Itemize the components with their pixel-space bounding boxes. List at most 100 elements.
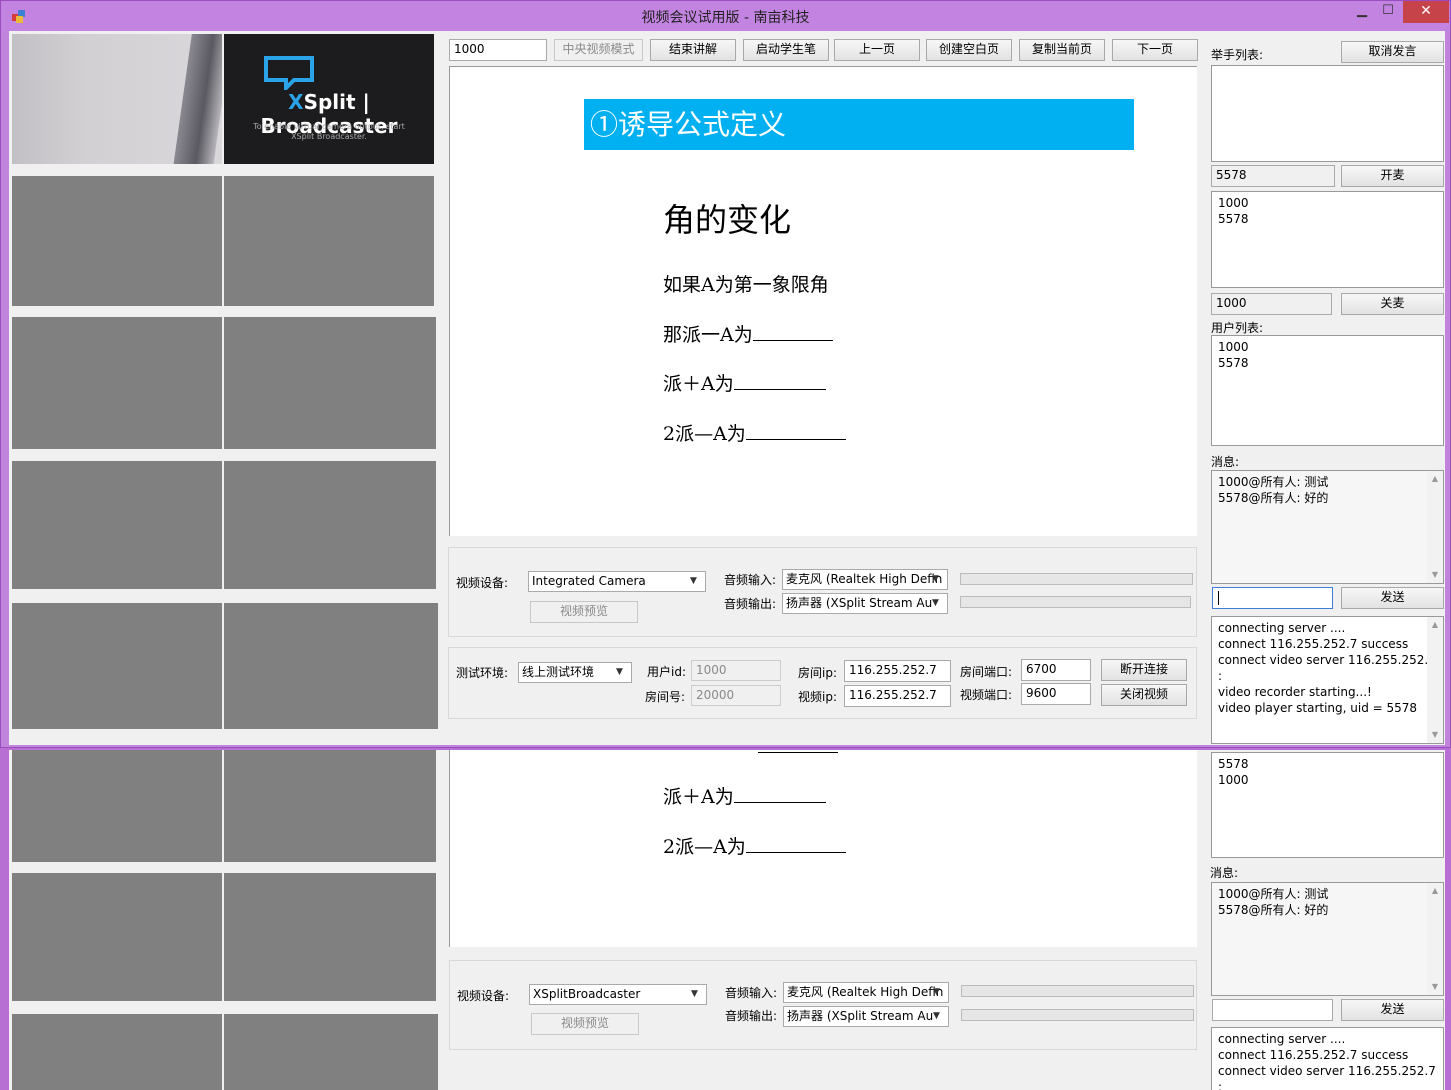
back-user-list[interactable]: 5578 1000 [1211, 752, 1444, 858]
scroll-down-icon[interactable]: ▼ [1427, 979, 1443, 995]
close-icon[interactable]: ✕ [1403, 1, 1449, 23]
next-page-button[interactable]: 下一页 [1112, 39, 1198, 61]
list-item[interactable]: 1000 [1218, 195, 1437, 211]
back-chat-input[interactable] [1212, 999, 1333, 1021]
scrollbar[interactable]: ▲ ▼ [1427, 471, 1443, 583]
list-item[interactable]: 1000 [1218, 772, 1437, 788]
close-mic-input[interactable]: 1000 [1211, 293, 1332, 315]
back-message-list[interactable]: 1000@所有人: 测试 5578@所有人: 好的 ▲ ▼ [1211, 882, 1444, 996]
video-device-select[interactable]: XSplitBroadcaster ▼ [529, 984, 707, 1005]
videoip-label: 视频ip: [798, 690, 837, 704]
video-device-label: 视频设备: [457, 989, 510, 1003]
close-video-button[interactable]: 关闭视频 [1101, 684, 1187, 706]
audio-out-label: 音频输出: [724, 597, 777, 611]
video-cell[interactable] [224, 317, 436, 449]
roomno-label: 房间号: [645, 690, 686, 704]
video-cell[interactable] [12, 873, 222, 1001]
video-cell[interactable] [224, 461, 436, 589]
list-item[interactable]: 1000 [1218, 339, 1437, 355]
copy-current-page-button[interactable]: 复制当前页 [1019, 39, 1105, 61]
create-blank-page-button[interactable]: 创建空白页 [926, 39, 1012, 61]
title-bar[interactable]: 视频会议试用版 - 南亩科技 ▁ ☐ ✕ [1, 1, 1450, 31]
list-item: video player starting, uid = 5578 [1218, 701, 1418, 715]
back-send-button[interactable]: 发送 [1341, 999, 1444, 1021]
message-list[interactable]: 1000@所有人: 测试 5578@所有人: 好的 ▲ ▼ [1211, 470, 1444, 584]
back-slide-line3: 派＋A为 [663, 782, 826, 809]
list-item[interactable]: 5578 [1218, 211, 1437, 227]
video-cell[interactable] [12, 1014, 222, 1090]
scrollbar[interactable]: ▲ ▼ [1427, 617, 1443, 743]
slide-line4: 2派—A为 [663, 419, 846, 446]
userid-label: 用户id: [647, 665, 686, 679]
chat-input[interactable] [1212, 587, 1333, 609]
open-mic-button[interactable]: 开麦 [1341, 165, 1444, 187]
open-mic-input[interactable]: 5578 [1211, 165, 1335, 187]
list-item: connect 116.255.252.7 success [1218, 1048, 1409, 1062]
video-cell[interactable] [12, 176, 222, 306]
list-item[interactable]: 5578 [1218, 355, 1437, 371]
xsplit-note: To enable virtual camera output, start X… [253, 122, 405, 141]
video-cell[interactable] [224, 1014, 438, 1090]
maximize-icon[interactable]: ☐ [1375, 1, 1401, 23]
start-student-pen-button[interactable]: 启动学生笔 [743, 39, 829, 61]
videoip-input[interactable]: 116.255.252.7 [844, 685, 951, 707]
video-cell[interactable] [12, 317, 222, 449]
audio-out-level [960, 596, 1191, 608]
slide-line2: 那派一A为 [663, 320, 833, 347]
video-cell[interactable] [224, 750, 436, 862]
audio-in-select[interactable]: 麦克风 (Realtek High Defin ▼ [783, 982, 949, 1003]
hands-list[interactable] [1211, 65, 1444, 162]
send-button[interactable]: 发送 [1341, 587, 1444, 609]
roomport-label: 房间端口: [960, 665, 1013, 679]
scroll-up-icon[interactable]: ▲ [1427, 617, 1443, 633]
video-device-select[interactable]: Integrated Camera ▼ [528, 571, 706, 592]
video-preview-button[interactable]: 视频预览 [530, 601, 638, 623]
center-video-mode-button[interactable]: 中央视频模式 [554, 39, 643, 61]
audio-out-select[interactable]: 扬声器 (XSplit Stream Au ▼ [783, 1006, 949, 1027]
video-cell[interactable] [12, 603, 222, 729]
video-cell[interactable] [224, 603, 438, 729]
env-select[interactable]: 线上测试环境 ▼ [518, 662, 632, 683]
minimize-icon[interactable]: ▁ [1349, 1, 1375, 23]
audio-in-level [960, 573, 1193, 585]
mic-list[interactable]: 1000 5578 [1211, 191, 1444, 288]
video-cell[interactable] [224, 873, 436, 1001]
prev-page-button[interactable]: 上一页 [834, 39, 920, 61]
user-id-input[interactable]: 1000 [449, 39, 547, 61]
end-lecture-button[interactable]: 结束讲解 [650, 39, 736, 61]
video-preview-button[interactable]: 视频预览 [531, 1013, 639, 1035]
video-cell[interactable] [12, 750, 222, 862]
xsplit-logo-icon [264, 56, 314, 90]
slide-canvas[interactable]: ①诱导公式定义 角的变化 如果A为第一象限角 那派一A为 派＋A为 2派—A为 [449, 66, 1197, 536]
local-camera-view[interactable] [12, 34, 222, 164]
chevron-down-icon: ▼ [932, 598, 939, 608]
video-cell[interactable] [224, 176, 434, 306]
userid-field[interactable]: 1000 [691, 660, 781, 681]
cancel-speak-button[interactable]: 取消发言 [1341, 41, 1444, 63]
roomport-input[interactable]: 6700 [1021, 659, 1091, 681]
back-log-list[interactable]: connecting server .... connect 116.255.2… [1211, 1027, 1444, 1090]
list-item: connect 116.255.252.7 success [1218, 637, 1409, 651]
audio-out-select[interactable]: 扬声器 (XSplit Stream Au ▼ [782, 593, 948, 614]
camera-image [171, 34, 222, 164]
scroll-up-icon[interactable]: ▲ [1427, 471, 1443, 487]
disconnect-button[interactable]: 断开连接 [1101, 659, 1187, 681]
scrollbar[interactable]: ▲ ▼ [1427, 883, 1443, 995]
video-cell[interactable] [12, 461, 222, 589]
user-list[interactable]: 1000 5578 [1211, 335, 1444, 446]
scroll-up-icon[interactable]: ▲ [1427, 883, 1443, 899]
close-mic-button[interactable]: 关麦 [1341, 293, 1444, 315]
roomip-input[interactable]: 116.255.252.7 [844, 660, 951, 682]
scroll-down-icon[interactable]: ▼ [1427, 567, 1443, 583]
list-item: 5578@所有人: 好的 [1218, 491, 1329, 505]
xsplit-camera-view[interactable]: XSplit | Broadcaster To enable virtual c… [224, 34, 434, 164]
scroll-down-icon[interactable]: ▼ [1427, 727, 1443, 743]
roomno-field[interactable]: 20000 [691, 685, 781, 706]
audio-in-select[interactable]: 麦克风 (Realtek High Defin ▼ [782, 569, 948, 590]
log-list[interactable]: connecting server .... connect 116.255.2… [1211, 616, 1444, 744]
videoport-input[interactable]: 9600 [1021, 683, 1091, 705]
back-slide-canvas[interactable]: 派＋A为 2派—A为 [449, 750, 1197, 947]
background-window: 派＋A为 2派—A为 视频设备: XSplitBroadcaster ▼ 视频预览… [9, 750, 1445, 1090]
video-device-label: 视频设备: [456, 576, 509, 590]
list-item[interactable]: 5578 [1218, 756, 1437, 772]
